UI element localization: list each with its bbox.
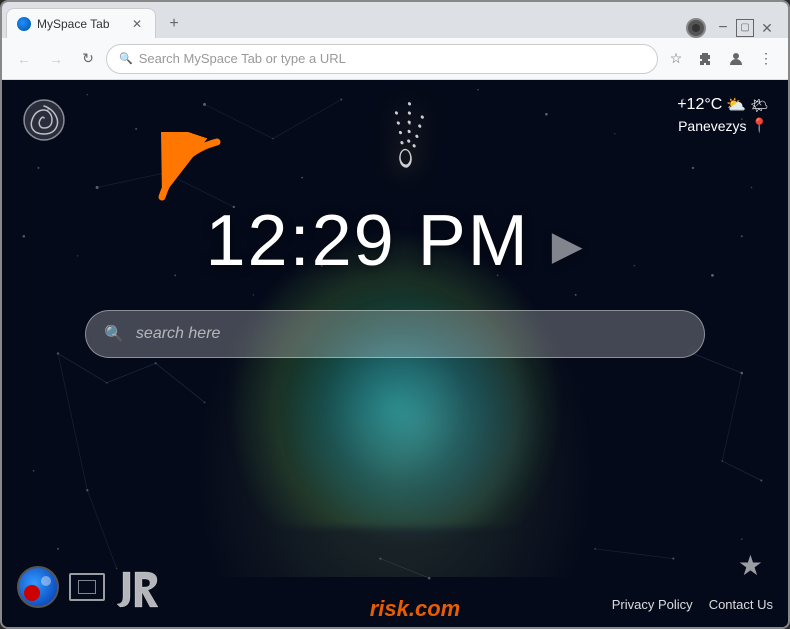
browser-frame: MySpace Tab ✕ + − ▢ ✕ ← → ↻ 🔍 Search MyS…	[0, 0, 790, 629]
footer-links: Privacy Policy Contact Us	[612, 597, 773, 612]
address-search-icon: 🔍	[119, 52, 133, 65]
back-button[interactable]: ←	[10, 45, 38, 73]
search-bar[interactable]: 🔍	[85, 310, 705, 358]
minimize-button[interactable]: −	[714, 19, 732, 37]
cursor-indicator: ▶	[552, 224, 585, 268]
content-area: ☄ +12°C ⛅ 🌤 Panevezys 📍	[2, 80, 788, 627]
nav-bar: ← → ↻ 🔍 Search MySpace Tab or type a URL…	[2, 38, 788, 80]
weather-city: Panevezys 📍	[677, 117, 768, 134]
close-button[interactable]: ✕	[758, 19, 776, 37]
contact-us-link[interactable]: Contact Us	[709, 597, 773, 612]
address-bar[interactable]: 🔍 Search MySpace Tab or type a URL	[106, 44, 658, 74]
new-tab-button[interactable]: +	[160, 10, 188, 38]
weather-cloud-icon: ⛅	[726, 95, 746, 115]
menu-button[interactable]: ⋮	[752, 45, 780, 73]
weather-extra-icon: 🌤	[750, 97, 768, 114]
tab-title: MySpace Tab	[37, 17, 110, 31]
puzzle-icon	[698, 51, 714, 67]
address-text: Search MySpace Tab or type a URL	[139, 51, 346, 66]
jr-logo-text	[115, 562, 195, 612]
extensions-button[interactable]	[692, 45, 720, 73]
maximize-button[interactable]: ▢	[736, 19, 754, 37]
logo-circle-icon	[17, 566, 59, 608]
myspacetab-logo	[22, 98, 66, 142]
search-input[interactable]	[136, 325, 686, 343]
tab-bar: MySpace Tab ✕ + − ▢ ✕	[2, 2, 788, 38]
profile-button[interactable]	[722, 45, 750, 73]
reload-button[interactable]: ↻	[74, 45, 102, 73]
search-icon: 🔍	[104, 324, 124, 344]
active-tab[interactable]: MySpace Tab ✕	[6, 8, 156, 38]
bookmark-star-button[interactable]: ☆	[662, 45, 690, 73]
weather-widget: +12°C ⛅ 🌤 Panevezys 📍	[677, 95, 768, 134]
location-pin-icon: 📍	[751, 117, 768, 134]
bracket-icon	[69, 573, 105, 601]
tab-close-button[interactable]: ✕	[129, 16, 145, 32]
download-icon	[686, 18, 706, 38]
bottom-logo	[17, 562, 195, 612]
clock-display: 12:29 PM ▶	[206, 200, 585, 282]
forward-button[interactable]: →	[42, 45, 70, 73]
privacy-policy-link[interactable]: Privacy Policy	[612, 597, 693, 612]
tab-favicon	[17, 17, 31, 31]
space-background: ☄ +12°C ⛅ 🌤 Panevezys 📍	[2, 80, 788, 627]
nav-actions: ☆ ⋮	[662, 45, 780, 73]
search-container: 🔍	[85, 310, 705, 358]
risk-watermark: risk.com	[370, 596, 461, 622]
star-bookmark[interactable]: ★	[738, 549, 763, 582]
user-icon	[728, 51, 744, 67]
weather-temperature: +12°C ⛅ 🌤	[677, 95, 768, 115]
